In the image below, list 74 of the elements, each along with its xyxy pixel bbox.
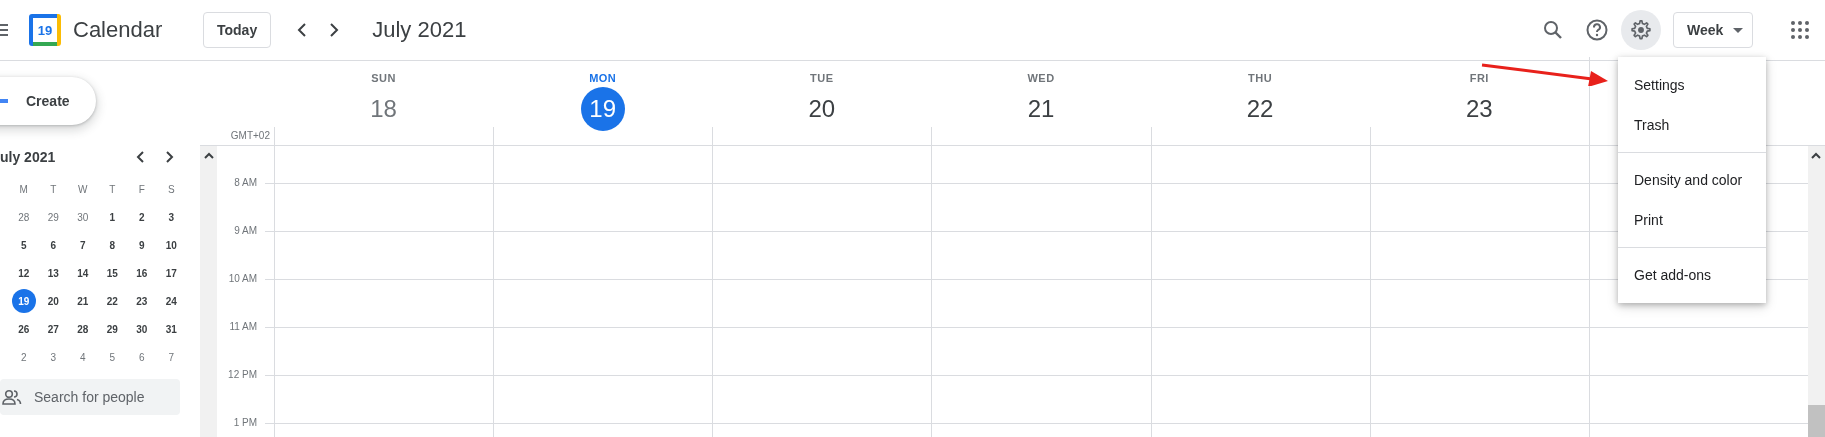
today-button[interactable]: Today xyxy=(203,12,272,48)
mini-calendar-day[interactable]: 1 xyxy=(100,205,125,229)
day-name: THU xyxy=(1248,72,1273,84)
mini-calendar-day[interactable]: 22 xyxy=(100,289,125,313)
menu-item[interactable]: Settings xyxy=(1618,65,1766,105)
mini-calendar-day[interactable]: 7 xyxy=(70,233,95,257)
day-number[interactable]: 19 xyxy=(580,87,625,131)
mini-calendar-day[interactable]: 5 xyxy=(100,345,125,369)
mini-calendar-day[interactable]: 28 xyxy=(70,317,95,341)
mini-calendar-day[interactable]: 30 xyxy=(129,317,154,341)
mini-calendar-day[interactable]: 26 xyxy=(11,317,36,341)
day-name: WED xyxy=(1027,72,1055,84)
create-button[interactable]: Create xyxy=(0,77,96,125)
hour-label: 1 PM xyxy=(233,416,257,430)
menu-item[interactable]: Density and color xyxy=(1618,160,1766,200)
mini-calendar-day[interactable]: 30 xyxy=(70,205,95,229)
mini-calendar-day[interactable]: 15 xyxy=(100,261,125,285)
day-number[interactable]: 21 xyxy=(1019,87,1063,131)
mini-calendar-day[interactable]: 6 xyxy=(129,345,154,369)
menu-item[interactable]: Print xyxy=(1618,200,1766,240)
hour-label: 11 AM xyxy=(229,320,257,334)
mini-calendar-day[interactable]: 12 xyxy=(11,261,36,285)
day-number[interactable]: 20 xyxy=(799,87,844,131)
mini-calendar-day[interactable]: 28 xyxy=(11,205,36,229)
day-name: MON xyxy=(589,72,617,84)
weekday-label: S xyxy=(167,183,175,195)
weekday-label: M xyxy=(19,183,28,195)
menu-item[interactable]: Trash xyxy=(1618,105,1766,145)
timezone-label: GMT+02 xyxy=(230,130,270,141)
calendar-logo: 19 xyxy=(29,14,61,46)
day-number[interactable]: 23 xyxy=(1457,87,1502,131)
mini-calendar-day[interactable]: 27 xyxy=(41,317,66,341)
period-title: July 2021 xyxy=(372,17,467,43)
mini-calendar-day[interactable]: 2 xyxy=(129,205,154,229)
mini-calendar-day[interactable]: 14 xyxy=(70,261,95,285)
mini-calendar-day[interactable]: 7 xyxy=(159,345,184,369)
hour-label: 12 PM xyxy=(228,368,257,382)
hour-label: 10 AM xyxy=(228,272,257,286)
mini-calendar-day[interactable]: 3 xyxy=(41,345,66,369)
hour-label: 8 AM xyxy=(234,176,257,190)
weekday-label: T xyxy=(109,183,116,195)
mini-calendar-day[interactable]: 19 xyxy=(11,289,36,313)
mini-calendar-day[interactable]: 29 xyxy=(100,317,125,341)
mini-calendar-day[interactable]: 24 xyxy=(159,289,184,313)
day-name: SUN xyxy=(371,72,396,84)
mini-calendar-day[interactable]: 16 xyxy=(129,261,154,285)
mini-calendar-day[interactable]: 9 xyxy=(129,233,154,257)
day-name: TUE xyxy=(810,72,834,84)
mini-calendar-day[interactable]: 13 xyxy=(41,261,66,285)
mini-calendar-day[interactable]: 6 xyxy=(41,233,66,257)
mini-calendar-month: uly 2021 xyxy=(0,149,57,165)
app-name: Calendar xyxy=(73,17,164,43)
menu-item[interactable]: Get add-ons xyxy=(1618,255,1766,295)
mini-calendar-day[interactable]: 21 xyxy=(70,289,95,313)
people-search-field[interactable]: Search for people xyxy=(0,379,180,415)
weekday-label: W xyxy=(78,183,88,195)
mini-calendar-day[interactable]: 8 xyxy=(100,233,125,257)
mini-calendar-day[interactable]: 4 xyxy=(70,345,95,369)
mini-calendar-day[interactable]: 23 xyxy=(129,289,154,313)
view-dropdown[interactable]: Week xyxy=(1673,12,1753,48)
mini-calendar-day[interactable]: 3 xyxy=(159,205,184,229)
mini-calendar-day[interactable]: 20 xyxy=(41,289,66,313)
mini-calendar-day[interactable]: 17 xyxy=(159,261,184,285)
weekday-label: F xyxy=(138,183,145,195)
weekday-label: T xyxy=(50,183,57,195)
mini-calendar-day[interactable]: 5 xyxy=(11,233,36,257)
mini-calendar-day[interactable]: 10 xyxy=(159,233,184,257)
mini-calendar-day[interactable]: 2 xyxy=(11,345,36,369)
day-name: FRI xyxy=(1469,72,1489,84)
day-number[interactable]: 22 xyxy=(1238,87,1283,131)
day-number[interactable]: 18 xyxy=(361,87,406,131)
mini-calendar-day[interactable]: 29 xyxy=(41,205,66,229)
mini-calendar-day[interactable]: 31 xyxy=(159,317,184,341)
hour-label: 9 AM xyxy=(234,224,257,238)
